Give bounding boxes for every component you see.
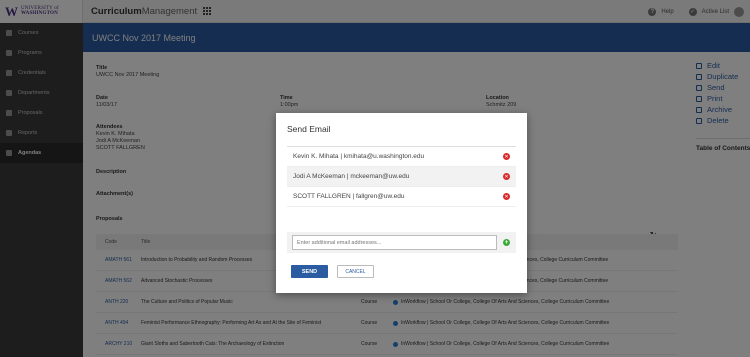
cancel-button[interactable]: CANCEL	[337, 265, 374, 278]
dialog-title: Send Email	[287, 124, 331, 134]
send-email-dialog: Send Email Kevin K. Mihata | kmihata@u.w…	[276, 113, 527, 293]
recipient-text: Jodi A McKeeman | mckeeman@uw.edu	[293, 173, 410, 180]
recipient-text: SCOTT FALLGREN | fallgren@uw.edu	[293, 193, 405, 200]
remove-recipient-icon[interactable]: ✕	[503, 193, 510, 200]
recipient-item: Kevin K. Mihata | kmihata@u.washington.e…	[287, 147, 516, 167]
send-button[interactable]: SEND	[291, 265, 328, 278]
additional-email-input[interactable]	[292, 235, 497, 250]
add-email-row: +	[287, 232, 516, 253]
recipient-item: Jodi A McKeeman | mckeeman@uw.edu ✕	[287, 167, 516, 187]
remove-recipient-icon[interactable]: ✕	[503, 153, 510, 160]
recipient-item: SCOTT FALLGREN | fallgren@uw.edu ✕	[287, 187, 516, 207]
recipient-list: Kevin K. Mihata | kmihata@u.washington.e…	[287, 146, 516, 232]
remove-recipient-icon[interactable]: ✕	[503, 173, 510, 180]
recipient-text: Kevin K. Mihata | kmihata@u.washington.e…	[293, 153, 425, 160]
add-email-icon[interactable]: +	[503, 239, 510, 246]
